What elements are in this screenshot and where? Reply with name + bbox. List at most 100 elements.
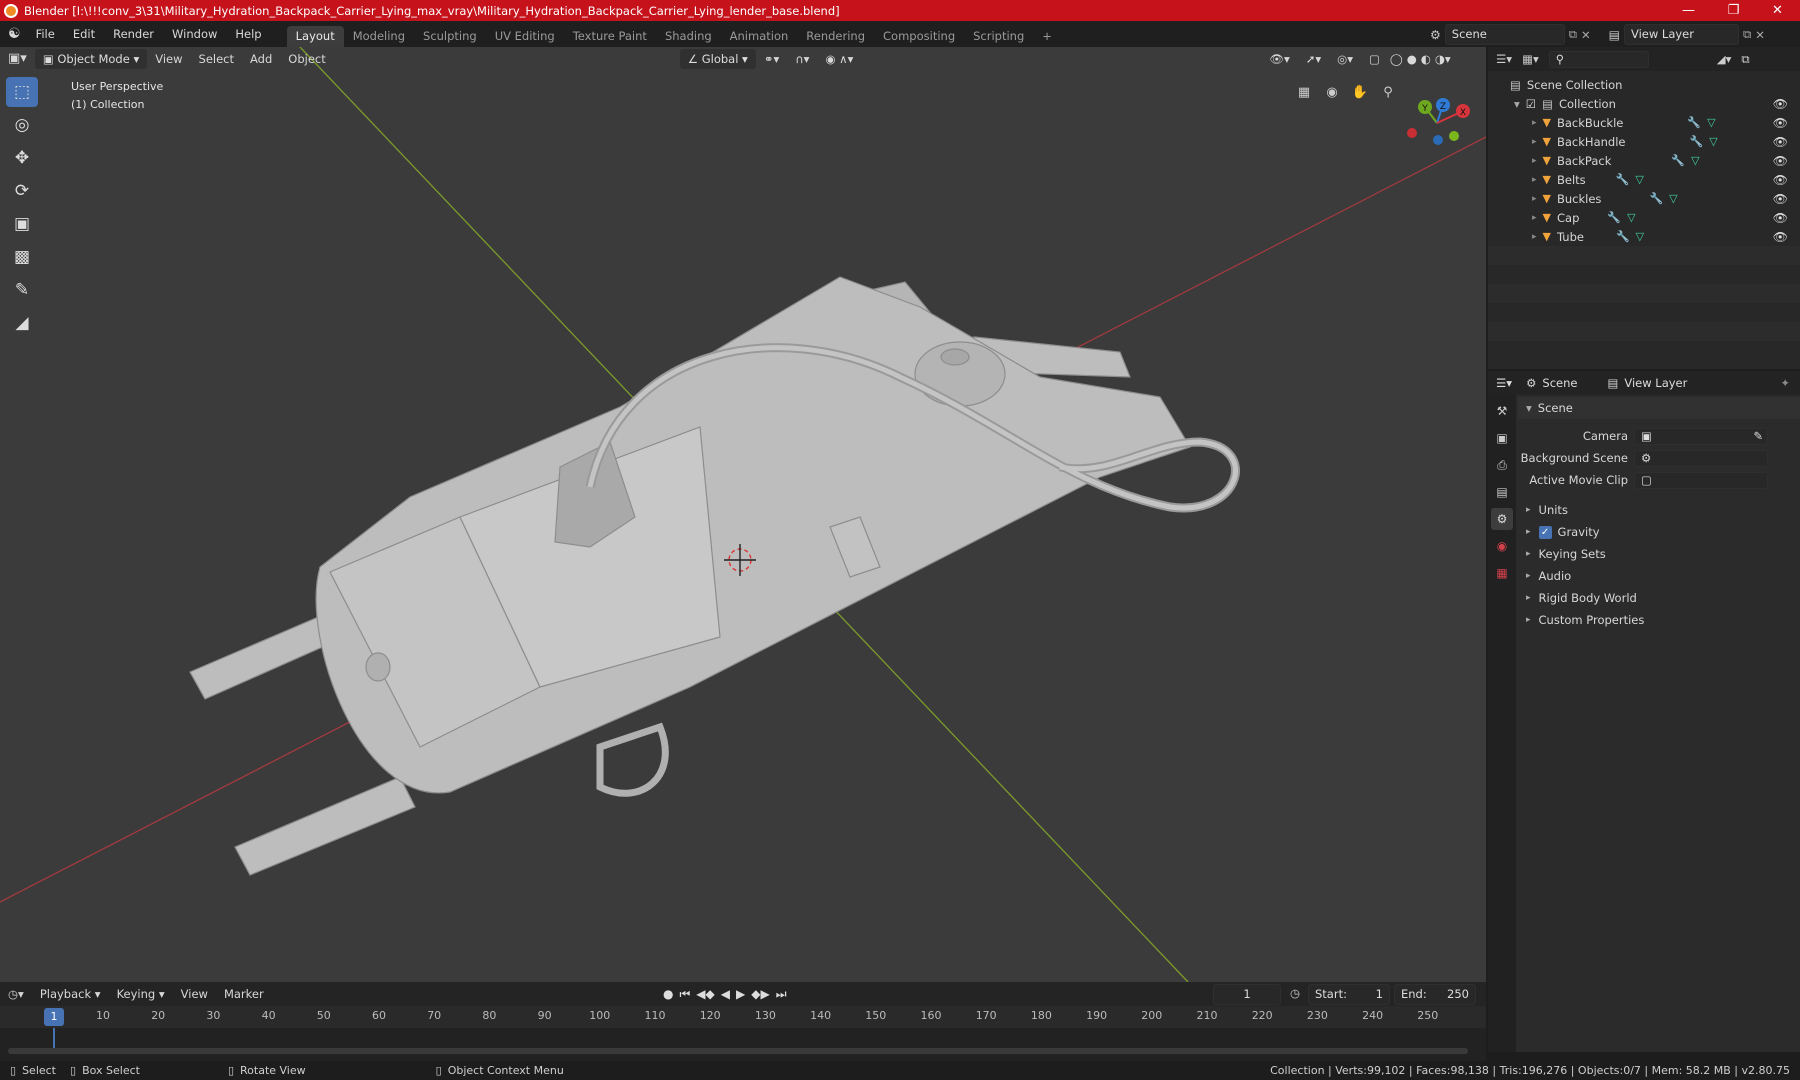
outliner-item-backhandle[interactable]: ▸ ▼ BackHandle 🔧 ▽ 👁: [1488, 132, 1800, 151]
record-icon[interactable]: ●: [663, 984, 673, 1004]
output-tab-icon[interactable]: ⎙: [1491, 454, 1513, 476]
remove-view-layer-icon[interactable]: ✕: [1755, 28, 1765, 42]
start-frame-field[interactable]: Start: 1: [1308, 984, 1390, 1005]
timeline-body[interactable]: [0, 1028, 1486, 1061]
eye-icon[interactable]: 👁: [1773, 97, 1788, 111]
tool-tab-icon[interactable]: ⚒: [1491, 400, 1513, 422]
object-menu[interactable]: Object: [280, 48, 333, 70]
rendered-shading-icon[interactable]: ◑▾: [1433, 48, 1453, 70]
outliner-item-cap[interactable]: ▸ ▼ Cap 🔧 ▽ 👁: [1488, 208, 1800, 227]
section-keying-sets[interactable]: ▸ Keying Sets: [1518, 543, 1800, 565]
outliner-item-backbuckle[interactable]: ▸ ▼ BackBuckle 🔧 ▽ 👁: [1488, 113, 1800, 132]
expand-arrow-icon[interactable]: ▸: [1532, 175, 1537, 185]
measure-tool-icon[interactable]: ◢: [6, 308, 38, 338]
expand-arrow-icon[interactable]: ▸: [1532, 156, 1537, 166]
view-layer-props-tab-icon[interactable]: ▤: [1491, 481, 1513, 503]
menu-file[interactable]: File: [27, 21, 64, 47]
section-custom-properties[interactable]: ▸ Custom Properties: [1518, 609, 1800, 631]
outliner-item-buckles[interactable]: ▸ ▼ Buckles 🔧 ▽ 👁: [1488, 189, 1800, 208]
menu-render[interactable]: Render: [104, 21, 163, 47]
camera-view-icon[interactable]: ◉: [1320, 80, 1344, 104]
section-units[interactable]: ▸ Units: [1518, 499, 1800, 521]
tab-scripting[interactable]: Scripting: [964, 26, 1033, 47]
view-menu[interactable]: View: [147, 48, 190, 70]
transform-tool-icon[interactable]: ▩: [6, 242, 38, 272]
add-workspace-button[interactable]: +: [1033, 26, 1061, 47]
current-frame-field[interactable]: 1: [1213, 984, 1281, 1005]
minimize-button[interactable]: —: [1666, 0, 1711, 21]
timeline-view-menu[interactable]: View: [173, 983, 216, 1005]
keying-menu[interactable]: Keying ▾: [109, 983, 173, 1005]
outliner-collection[interactable]: ▾ ☑ ▤ Collection 👁: [1488, 94, 1800, 113]
section-rigid-body-world[interactable]: ▸ Rigid Body World: [1518, 587, 1800, 609]
modifier-wrench-icon[interactable]: 🔧: [1689, 135, 1703, 148]
marker-menu[interactable]: Marker: [216, 983, 272, 1005]
menu-edit[interactable]: Edit: [64, 21, 104, 47]
select-box-tool-icon[interactable]: ⬚: [6, 77, 38, 107]
next-keyframe-icon[interactable]: ◆▶: [751, 984, 769, 1004]
playback-menu[interactable]: Playback ▾: [32, 983, 109, 1005]
expand-arrow-icon[interactable]: ▸: [1532, 137, 1537, 147]
render-tab-icon[interactable]: ▣: [1491, 427, 1513, 449]
expand-arrow-icon[interactable]: ▸: [1532, 194, 1537, 204]
blender-menu-icon[interactable]: ☯: [0, 21, 27, 47]
new-scene-icon[interactable]: ⧉: [1569, 27, 1577, 42]
close-button[interactable]: ✕: [1755, 0, 1800, 21]
play-reverse-icon[interactable]: ◀: [721, 984, 730, 1004]
world-tab-icon[interactable]: ◉: [1491, 535, 1513, 557]
jump-end-icon[interactable]: ⏭: [776, 984, 787, 1004]
expand-arrow-icon[interactable]: ▸: [1532, 232, 1537, 242]
timeline-editor-type-icon[interactable]: ◷▾: [0, 983, 32, 1005]
modifier-wrench-icon[interactable]: 🔧: [1649, 192, 1663, 205]
new-view-layer-icon[interactable]: ⧉: [1743, 27, 1751, 42]
camera-field[interactable]: ▣ ✎: [1634, 427, 1768, 445]
scene-panel-header[interactable]: ▾ Scene: [1518, 397, 1800, 419]
overlay-toggle-icon[interactable]: ◎▾: [1329, 48, 1361, 70]
timeline-scrollbar[interactable]: [8, 1048, 1468, 1054]
mesh-data-icon[interactable]: ▽: [1709, 135, 1717, 148]
eye-icon[interactable]: 👁: [1773, 154, 1788, 168]
display-mode-icon[interactable]: ▦▾: [1522, 52, 1539, 66]
expand-arrow-icon[interactable]: ▸: [1532, 213, 1537, 223]
eye-icon[interactable]: 👁: [1773, 230, 1788, 244]
end-frame-field[interactable]: End: 250: [1394, 984, 1476, 1005]
xray-toggle-icon[interactable]: ▢: [1361, 48, 1388, 70]
outliner-item-belts[interactable]: ▸ ▼ Belts 🔧 ▽ 👁: [1488, 170, 1800, 189]
material-shading-icon[interactable]: ◐: [1419, 48, 1433, 70]
gravity-checkbox[interactable]: ✓: [1538, 525, 1552, 539]
pan-hand-icon[interactable]: ✋: [1348, 80, 1372, 104]
tab-layout[interactable]: Layout: [286, 25, 344, 47]
mode-dropdown[interactable]: ▣ Object Mode ▾: [34, 49, 148, 69]
scale-tool-icon[interactable]: ▣: [6, 209, 38, 239]
expand-arrow-icon[interactable]: ▸: [1532, 118, 1537, 128]
mesh-data-icon[interactable]: ▽: [1627, 211, 1635, 224]
tab-animation[interactable]: Animation: [721, 26, 798, 47]
outliner-editor-type-icon[interactable]: ☰▾: [1496, 52, 1512, 66]
maximize-button[interactable]: ❐: [1711, 0, 1756, 21]
menu-window[interactable]: Window: [163, 21, 226, 47]
cursor-tool-icon[interactable]: ◎: [6, 110, 38, 140]
mesh-data-icon[interactable]: ▽: [1691, 154, 1699, 167]
collection-checkbox[interactable]: ☑: [1526, 97, 1536, 111]
proportional-edit-icon[interactable]: ◉ ∧▾: [817, 48, 861, 70]
rotate-tool-icon[interactable]: ⟳: [6, 176, 38, 206]
outliner-item-backpack[interactable]: ▸ ▼ BackPack 🔧 ▽ 👁: [1488, 151, 1800, 170]
eyedropper-icon[interactable]: ✎: [1753, 429, 1763, 444]
outliner-item-tube[interactable]: ▸ ▼ Tube 🔧 ▽ 👁: [1488, 227, 1800, 246]
axis-gizmo[interactable]: Y Z X: [1395, 83, 1475, 163]
snap-icon[interactable]: ∩▾: [787, 48, 817, 70]
scene-field[interactable]: Scene: [1444, 24, 1565, 45]
mesh-data-icon[interactable]: ▽: [1636, 230, 1644, 243]
section-audio[interactable]: ▸ Audio: [1518, 565, 1800, 587]
outliner-scene-collection[interactable]: ▤ Scene Collection: [1488, 75, 1800, 94]
eye-icon[interactable]: 👁: [1773, 135, 1788, 149]
remove-scene-icon[interactable]: ✕: [1581, 28, 1591, 42]
transform-orientation-dropdown[interactable]: ∠ Global ▾: [679, 49, 756, 69]
eye-icon[interactable]: 👁: [1773, 192, 1788, 206]
tab-uv-editing[interactable]: UV Editing: [486, 26, 564, 47]
section-gravity[interactable]: ▸ ✓ Gravity: [1518, 521, 1800, 543]
tab-texture-paint[interactable]: Texture Paint: [564, 26, 656, 47]
pin-icon[interactable]: ✦: [1780, 376, 1790, 390]
tab-sculpting[interactable]: Sculpting: [414, 26, 486, 47]
select-menu[interactable]: Select: [191, 48, 242, 70]
